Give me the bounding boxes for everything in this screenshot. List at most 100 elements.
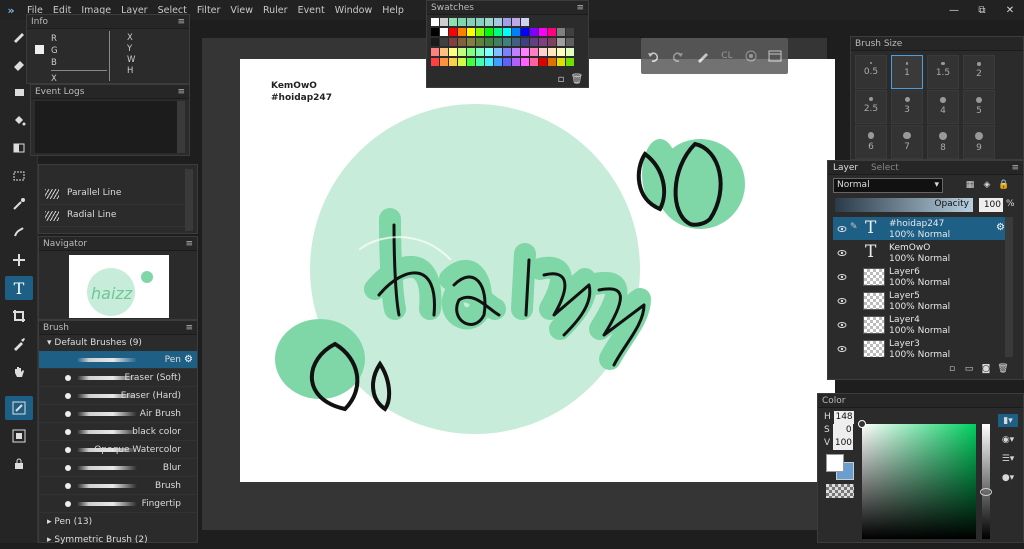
swatch-color[interactable] xyxy=(485,48,493,56)
brush-size-cell[interactable]: 5 xyxy=(963,90,995,124)
menu-item-view[interactable]: View xyxy=(225,5,258,16)
swatch-color[interactable] xyxy=(449,38,457,46)
blend-mode-select[interactable]: Normal ▾ xyxy=(833,178,943,193)
swatch-color[interactable] xyxy=(485,58,493,66)
brush-item[interactable]: Eraser (Hard) xyxy=(39,387,197,405)
text-tool-icon[interactable]: T xyxy=(5,276,33,300)
swatch-color[interactable] xyxy=(494,18,502,26)
menu-item-help[interactable]: Help xyxy=(377,5,409,16)
swatch-color[interactable] xyxy=(530,28,538,36)
swatch-color[interactable] xyxy=(530,58,538,66)
brush-group[interactable]: ▸ Symmetric Brush (2) xyxy=(39,531,197,549)
swatch-color[interactable] xyxy=(449,18,457,26)
swatch-color[interactable] xyxy=(548,48,556,56)
swatch-color[interactable] xyxy=(476,58,484,66)
swatch-color[interactable] xyxy=(494,48,502,56)
layer-mask-icon[interactable] xyxy=(5,424,33,448)
brush-group[interactable]: ▸ Pen (13) xyxy=(39,513,197,531)
eye-icon[interactable] xyxy=(837,296,847,306)
brush-size-cell[interactable]: 2 xyxy=(963,55,995,89)
brush-item[interactable]: Pen ⚙ xyxy=(39,351,197,369)
redo-icon[interactable] xyxy=(671,49,685,63)
fill-tool-icon[interactable] xyxy=(5,108,33,132)
swatch-color[interactable] xyxy=(512,18,520,26)
layer-row[interactable]: Layer5 100% Normal xyxy=(833,289,1008,313)
color-picker-handle[interactable] xyxy=(858,420,866,428)
sat-input[interactable]: 0 xyxy=(832,424,853,437)
transparent-color-swatch[interactable] xyxy=(826,484,854,498)
crop-tool-icon[interactable] xyxy=(5,304,33,328)
menu-item-filter[interactable]: Filter xyxy=(192,5,226,16)
swatch-color[interactable] xyxy=(530,38,538,46)
swatch-color[interactable] xyxy=(566,58,574,66)
hand-tool-icon[interactable] xyxy=(5,360,33,384)
swatch-color[interactable] xyxy=(476,38,484,46)
eyedropper-icon[interactable] xyxy=(5,332,33,356)
swatch-color[interactable] xyxy=(512,28,520,36)
swatch-color[interactable] xyxy=(431,28,439,36)
swatch-color[interactable] xyxy=(512,58,520,66)
swatch-color[interactable] xyxy=(494,28,502,36)
swatch-color[interactable] xyxy=(521,58,529,66)
panel-menu-icon[interactable]: ≡ xyxy=(576,1,584,15)
swatch-color[interactable] xyxy=(440,18,448,26)
swatch-color[interactable] xyxy=(449,48,457,56)
maximize-button[interactable]: ⧉ xyxy=(968,0,996,20)
brush-size-cell[interactable]: 6 xyxy=(855,125,887,159)
swatch-color[interactable] xyxy=(458,38,466,46)
swatch-color[interactable] xyxy=(548,28,556,36)
swatch-color[interactable] xyxy=(431,58,439,66)
close-button[interactable]: ✕ xyxy=(996,0,1024,20)
eye-icon[interactable] xyxy=(837,320,847,330)
layer-row[interactable]: T KemOwO 100% Normal xyxy=(833,241,1008,265)
value-slider-handle[interactable] xyxy=(980,488,992,496)
swatch-color[interactable] xyxy=(467,58,475,66)
brush-size-cell[interactable]: 4 xyxy=(927,90,959,124)
layer-row[interactable]: ✎ T #hoidap247 100% Normal ⚙ xyxy=(833,217,1008,241)
swatch-color[interactable] xyxy=(521,28,529,36)
swatch-color[interactable] xyxy=(503,48,511,56)
swatch-color[interactable] xyxy=(539,28,547,36)
scrollbar[interactable] xyxy=(1005,217,1013,357)
swatch-color[interactable] xyxy=(449,28,457,36)
minimize-button[interactable]: — xyxy=(940,0,968,20)
lock-layer-icon[interactable]: 🔒 xyxy=(998,179,1010,191)
brush-size-cell[interactable]: 3 xyxy=(891,90,923,124)
swatch-color[interactable] xyxy=(557,48,565,56)
swatch-color[interactable] xyxy=(530,48,538,56)
new-swatch-icon[interactable]: ▫ xyxy=(555,73,567,85)
eye-icon[interactable] xyxy=(837,344,847,354)
swatch-color[interactable] xyxy=(539,58,547,66)
swatch-color[interactable] xyxy=(440,58,448,66)
panel-icon[interactable] xyxy=(768,49,782,63)
delete-swatch-icon[interactable]: 🗑 xyxy=(571,73,584,85)
delete-layer-icon[interactable]: 🗑 xyxy=(997,363,1009,375)
swatch-color[interactable] xyxy=(521,18,529,26)
lock-alpha-icon[interactable]: ▦ xyxy=(964,179,976,191)
brush-item[interactable]: Brush xyxy=(39,477,197,495)
swatch-color[interactable] xyxy=(485,28,493,36)
layer-row[interactable]: Layer4 100% Normal xyxy=(833,313,1008,337)
swatch-color[interactable] xyxy=(467,48,475,56)
value-slider[interactable] xyxy=(982,424,990,539)
tab-select[interactable]: Select xyxy=(866,163,904,173)
swatch-color[interactable] xyxy=(539,48,547,56)
swatch-color[interactable] xyxy=(557,38,565,46)
eye-icon[interactable] xyxy=(837,272,847,282)
panel-menu-icon[interactable]: ≡ xyxy=(177,15,185,29)
swatch-color[interactable] xyxy=(512,38,520,46)
event-logs-list[interactable] xyxy=(35,101,177,153)
brush-item[interactable]: black color xyxy=(39,423,197,441)
swatch-color[interactable] xyxy=(440,28,448,36)
clear-icon[interactable]: CL xyxy=(721,51,732,61)
swatch-color[interactable] xyxy=(440,38,448,46)
swatch-color[interactable] xyxy=(458,28,466,36)
scrollbar[interactable] xyxy=(185,169,193,231)
brush-item[interactable]: Eraser (Soft) xyxy=(39,369,197,387)
gear-icon[interactable]: ⚙ xyxy=(184,354,193,365)
swatch-color[interactable] xyxy=(566,28,574,36)
swatch-color[interactable] xyxy=(503,18,511,26)
opacity-input[interactable]: 100 xyxy=(979,198,1003,212)
layer-row[interactable]: Layer3 100% Normal xyxy=(833,337,1008,357)
tab-layer[interactable]: Layer xyxy=(828,163,863,173)
